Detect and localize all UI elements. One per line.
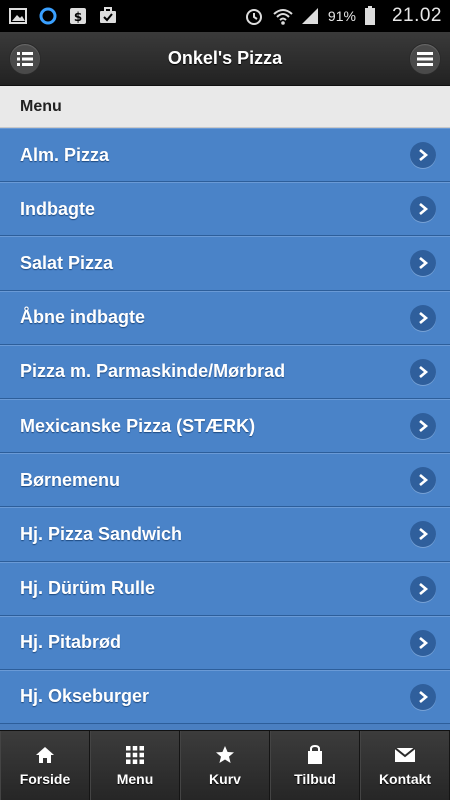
menu-list: Alm. Pizza Indbagte Salat Pizza Åbne ind… [0,128,450,730]
nav-kontakt[interactable]: Kontakt [360,731,450,800]
briefcase-check-icon [98,6,118,26]
chevron-right-icon [410,575,436,602]
wifi-icon [272,6,293,26]
nav-label: Forside [19,770,71,787]
status-bar: $ 91% 21.02 [0,0,450,32]
list-icon [17,52,33,66]
section-label: Menu [20,97,62,115]
nav-label: Tilbud [294,770,336,787]
list-item[interactable]: Børnemenu [0,453,450,508]
list-item[interactable]: Hj. Pitabrød [0,615,450,670]
nav-label: Menu [116,770,154,787]
grid-icon [125,745,145,765]
nav-label: Kurv [209,770,241,787]
chevron-right-icon [410,683,436,710]
hamburger-icon [417,52,433,66]
signal-icon [300,6,320,26]
list-menu-button[interactable] [9,43,41,75]
list-item-label: Alm. Pizza [20,144,110,165]
list-item[interactable]: Hj. Okseburger [0,669,450,725]
nav-label: Kontakt [378,770,432,787]
home-icon [35,745,55,765]
chevron-right-icon [410,467,436,494]
list-item-label: Hj. Okseburger [20,686,150,707]
chevron-right-icon [410,250,436,277]
nav-menu[interactable]: Menu [90,731,180,800]
list-item-label: Hj. Dürüm Rulle [20,578,156,599]
list-item[interactable]: Alm. Pizza [0,128,450,183]
list-item[interactable]: Indbagte [0,182,450,237]
mail-icon [395,745,415,765]
list-item-label: Indbagte [20,198,95,219]
menu-section-header: Menu [0,86,450,128]
list-item[interactable]: Hj. Dürüm Rulle [0,561,450,616]
chevron-right-icon [410,196,436,223]
list-item-label: Børnemenu [20,469,121,490]
nav-kurv[interactable]: Kurv [180,731,270,800]
hamburger-menu-button[interactable] [409,43,441,75]
chevron-right-icon [410,358,436,385]
battery-percent: 91% [327,8,356,24]
gallery-icon [8,6,28,26]
list-item[interactable]: Salat Pizza [0,236,450,291]
nav-tilbud[interactable]: Tilbud [270,731,360,800]
list-item-label: Mexicanske Pizza (STÆRK) [20,415,256,436]
star-icon [215,745,235,765]
clock: 21.02 [391,5,442,26]
nav-forside[interactable]: Forside [0,731,90,800]
list-item-label: Åbne indbagte [20,307,145,328]
battery-icon [364,6,384,26]
chevron-right-icon [410,413,436,440]
chevron-right-icon [410,304,436,331]
list-item[interactable]: Hj. Pizza Sandwich [0,507,450,562]
chevron-right-icon [410,521,436,548]
list-item-label: Hj. Pizza Sandwich [20,523,183,544]
chevron-right-icon [410,142,436,169]
sync-icon [38,6,58,26]
bottom-nav: Forside Menu Kurv Tilbud Kontakt [0,730,450,800]
list-item-label: Pizza m. Parmaskinde/Mørbrad [20,361,286,382]
svg-text:$: $ [74,10,82,24]
money-icon: $ [68,6,88,26]
alarm-icon [244,6,264,26]
list-item[interactable]: Åbne indbagte [0,290,450,345]
app-header: Onkel's Pizza [0,32,450,86]
bag-icon [305,744,325,765]
chevron-right-icon [410,629,436,656]
page-title: Onkel's Pizza [167,48,283,68]
list-item-label: Hj. Pitabrød [20,632,122,653]
list-item-label: Salat Pizza [20,252,114,273]
list-item[interactable]: Pizza m. Parmaskinde/Mørbrad [0,344,450,399]
list-item[interactable]: Mexicanske Pizza (STÆRK) [0,398,450,454]
